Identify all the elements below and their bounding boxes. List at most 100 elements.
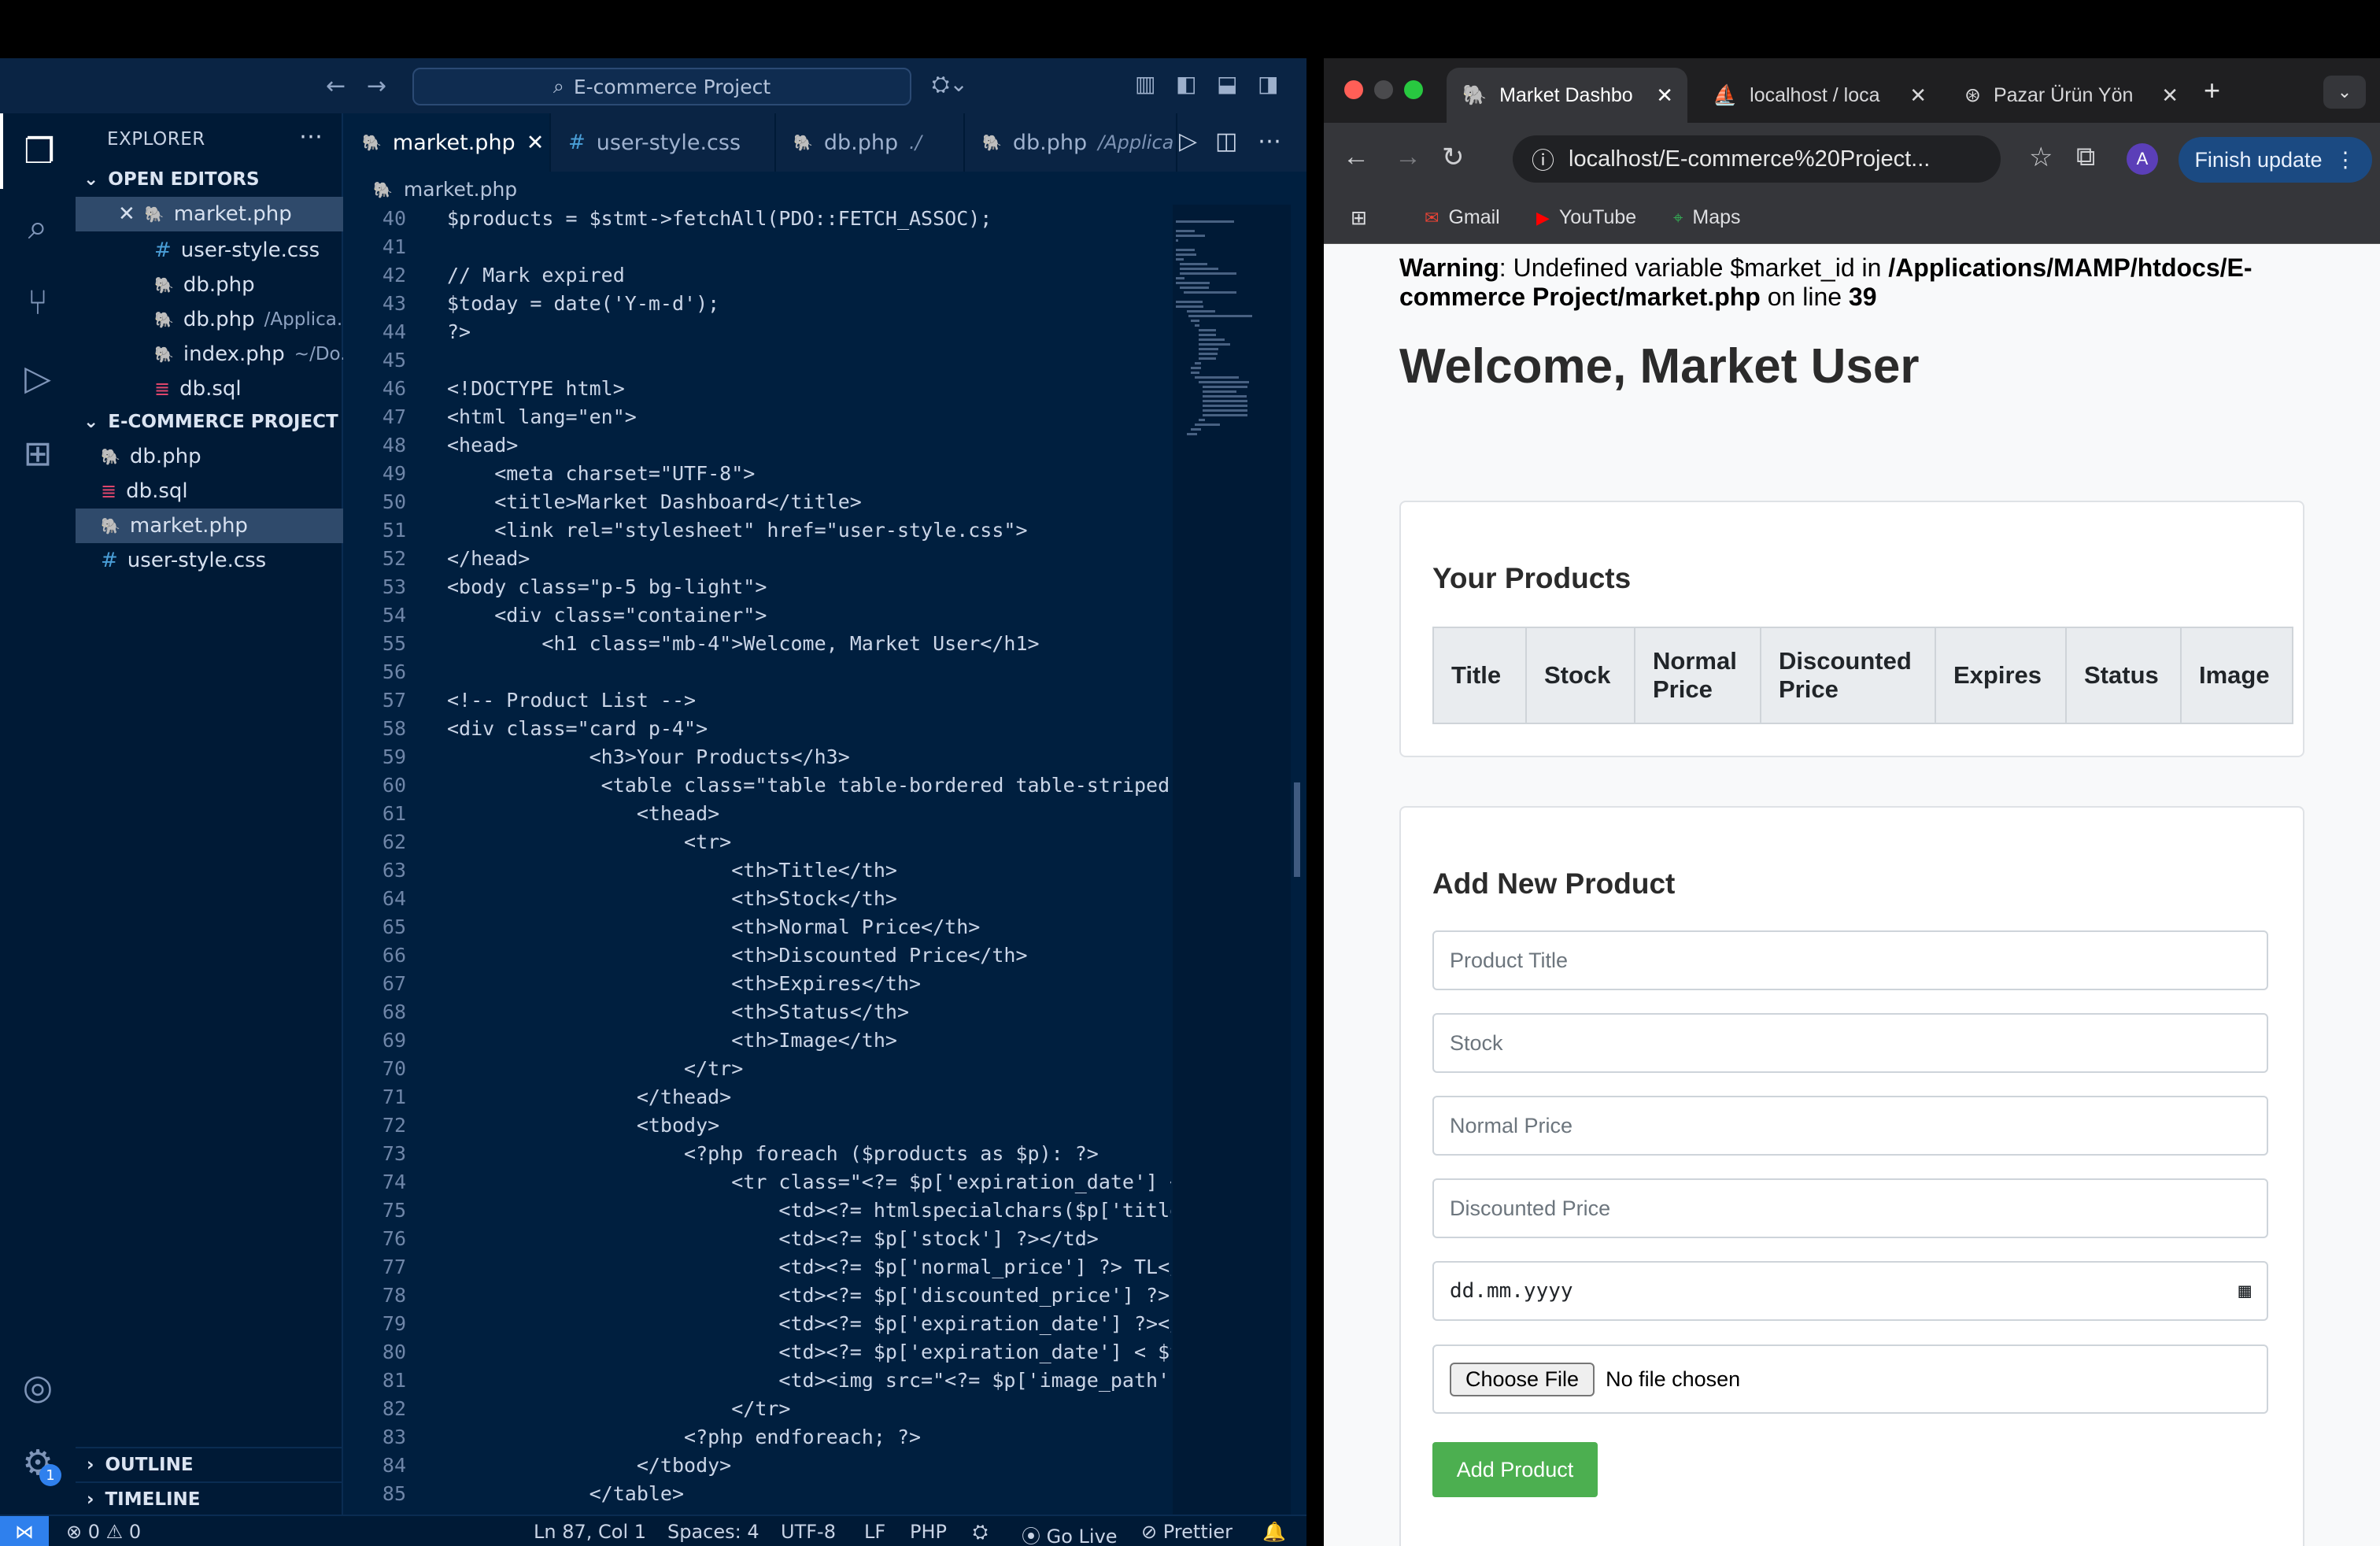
apps-grid-icon[interactable]: ⊞ bbox=[1351, 206, 1367, 230]
go-live[interactable]: ⦿ Go Live bbox=[1022, 1521, 1118, 1546]
code-line[interactable]: 64 <th>Stock</th> bbox=[345, 885, 1171, 913]
toggle-panel-icon[interactable]: ⬓ bbox=[1217, 71, 1237, 97]
expiration-date-input[interactable]: dd.mm.yyyy ▦ bbox=[1432, 1261, 2268, 1321]
project-section[interactable]: ⌄ E-COMMERCE PROJECT bbox=[76, 406, 343, 438]
tab-market-php[interactable]: 🐘 market.php ✕ bbox=[345, 113, 551, 172]
reload-icon[interactable]: ↻ bbox=[1442, 142, 1465, 173]
close-icon[interactable]: ✕ bbox=[118, 202, 135, 226]
split-editor-icon[interactable]: ◫ bbox=[1215, 128, 1237, 155]
run-debug-icon[interactable]: ▷ bbox=[0, 340, 76, 416]
close-tab-icon[interactable]: ✕ bbox=[2161, 83, 2179, 108]
language-mode[interactable]: PHP bbox=[910, 1521, 947, 1543]
code-line[interactable]: 75 <td><?= htmlspecialchars($p['title'] bbox=[345, 1196, 1171, 1225]
notifications-bell-icon[interactable]: 🔔 bbox=[1262, 1521, 1286, 1543]
code-line[interactable]: 67 <th>Expires</th> bbox=[345, 970, 1171, 998]
back-arrow-icon[interactable]: ← bbox=[1343, 142, 1369, 172]
profile-avatar[interactable]: A bbox=[2127, 143, 2158, 175]
prettier[interactable]: ⊘ Prettier bbox=[1141, 1521, 1232, 1543]
bookmark-maps[interactable]: ⌖ Maps bbox=[1673, 206, 1741, 229]
address-bar[interactable]: ⓘ localhost/E-commerce%20Project... bbox=[1513, 135, 2001, 183]
code-line[interactable]: 77 <td><?= $p['normal_price'] ?> TL</t bbox=[345, 1253, 1171, 1282]
code-line[interactable]: 63 <th>Title</th> bbox=[345, 856, 1171, 885]
choose-file-button[interactable]: Choose File bbox=[1450, 1362, 1595, 1396]
more-actions-icon[interactable]: ⋯ bbox=[1258, 128, 1281, 155]
code-line[interactable]: 84 </tbody> bbox=[345, 1452, 1171, 1480]
tab-db-php[interactable]: 🐘 db.php ./ bbox=[776, 113, 965, 172]
bookmark-youtube[interactable]: ▶ YouTube bbox=[1536, 206, 1636, 229]
discounted-price-input[interactable]: Discounted Price bbox=[1432, 1178, 2268, 1238]
indentation[interactable]: Spaces: 4 bbox=[667, 1521, 759, 1543]
code-line[interactable]: 83 <?php endforeach; ?> bbox=[345, 1423, 1171, 1452]
code-line[interactable]: 48 <head> bbox=[345, 431, 1171, 460]
customize-layout-icon[interactable]: ▥ bbox=[1135, 71, 1155, 97]
project-file-item[interactable]: # user-style.css bbox=[76, 543, 343, 578]
forward-arrow-icon[interactable]: → bbox=[367, 72, 386, 100]
open-editor-item[interactable]: 🐘 db.php /Applica... bbox=[76, 302, 343, 337]
remote-icon[interactable]: ⋈ bbox=[0, 1516, 49, 1546]
code-line[interactable]: 65 <th>Normal Price</th> bbox=[345, 913, 1171, 941]
code-line[interactable]: 46 <!DOCTYPE html> bbox=[345, 375, 1171, 403]
encoding[interactable]: UTF-8 bbox=[781, 1521, 836, 1543]
open-editor-item[interactable]: # user-style.css bbox=[76, 233, 343, 268]
open-editors-section[interactable]: ⌄ OPEN EDITORS bbox=[76, 164, 343, 195]
code-line[interactable]: 69 <th>Image</th> bbox=[345, 1026, 1171, 1055]
account-icon[interactable]: ◎ bbox=[0, 1349, 76, 1425]
code-line[interactable]: 73 <?php foreach ($products as $p): ?> bbox=[345, 1140, 1171, 1168]
bookmark-gmail[interactable]: ✉ Gmail bbox=[1425, 206, 1500, 229]
product-title-input[interactable]: Product Title bbox=[1432, 930, 2268, 990]
code-line[interactable]: 68 <th>Status</th> bbox=[345, 998, 1171, 1026]
code-line[interactable]: 51 <link rel="stylesheet" href="user-sty… bbox=[345, 516, 1171, 545]
open-editor-item[interactable]: ≣ db.sql bbox=[76, 372, 343, 406]
code-line[interactable]: 76 <td><?= $p['stock'] ?></td> bbox=[345, 1225, 1171, 1253]
open-editor-item[interactable]: ✕ 🐘 market.php bbox=[76, 197, 343, 231]
code-line[interactable]: 85 </table> bbox=[345, 1480, 1171, 1508]
run-icon[interactable]: ▷ bbox=[1179, 128, 1197, 155]
code-line[interactable]: 66 <th>Discounted Price</th> bbox=[345, 941, 1171, 970]
code-line[interactable]: 74 <tr class="<?= $p['expiration_date'] … bbox=[345, 1168, 1171, 1196]
tab-market-dashboard[interactable]: 🐘 Market Dashbo ✕ bbox=[1447, 68, 1687, 123]
code-line[interactable]: 53 <body class="p-5 bg-light"> bbox=[345, 573, 1171, 601]
code-editor[interactable]: 40 $products = $stmt->fetchAll(PDO::FETCH… bbox=[345, 205, 1171, 1515]
forward-arrow-icon[interactable]: → bbox=[1395, 142, 1421, 172]
code-line[interactable]: 55 <h1 class="mb-4">Welcome, Market User… bbox=[345, 630, 1171, 658]
open-editor-item[interactable]: 🐘 index.php ~/Do... bbox=[76, 337, 343, 372]
code-line[interactable]: 49 <meta charset="UTF-8"> bbox=[345, 460, 1171, 488]
code-line[interactable]: 78 <td><?= $p['discounted_price'] ?> TL bbox=[345, 1282, 1171, 1310]
finish-update-button[interactable]: Finish update ⋮ bbox=[2179, 137, 2372, 183]
search-icon[interactable]: ⌕ bbox=[0, 189, 76, 264]
close-tab-icon[interactable]: ✕ bbox=[1909, 83, 1927, 108]
breadcrumb[interactable]: 🐘 market.php bbox=[373, 178, 517, 201]
tab-db-php-applications[interactable]: 🐘 db.php /Applica bbox=[965, 113, 1177, 172]
code-line[interactable]: 40 $products = $stmt->fetchAll(PDO::FETCH… bbox=[345, 205, 1171, 233]
bookmark-star-icon[interactable]: ☆ bbox=[2029, 142, 2053, 173]
source-control-icon[interactable]: ⑂ bbox=[0, 264, 76, 340]
code-line[interactable]: 70 </tr> bbox=[345, 1055, 1171, 1083]
code-line[interactable]: 47 <html lang="en"> bbox=[345, 403, 1171, 431]
code-line[interactable]: 62 <tr> bbox=[345, 828, 1171, 856]
calendar-icon[interactable]: ▦ bbox=[2238, 1279, 2251, 1303]
code-line[interactable]: 81 <td><img src="<?= $p['image_path'] ? bbox=[345, 1367, 1171, 1395]
explorer-icon[interactable]: ❐ bbox=[0, 113, 76, 189]
code-line[interactable]: 56 bbox=[345, 658, 1171, 686]
copilot-icon[interactable]: ⛭⌄ bbox=[932, 71, 968, 98]
new-tab-icon[interactable]: + bbox=[2204, 74, 2220, 107]
extensions-icon[interactable]: ⊞ bbox=[0, 416, 76, 491]
outline-section[interactable]: › OUTLINE bbox=[76, 1447, 343, 1481]
code-line[interactable]: 57 <!-- Product List --> bbox=[345, 686, 1171, 715]
code-line[interactable]: 60 <table class="table table-bordered ta… bbox=[345, 771, 1171, 800]
code-line[interactable]: 71 </thead> bbox=[345, 1083, 1171, 1111]
code-line[interactable]: 59 <h3>Your Products</h3> bbox=[345, 743, 1171, 771]
add-product-button[interactable]: Add Product bbox=[1432, 1442, 1598, 1497]
code-line[interactable]: 82 </tr> bbox=[345, 1395, 1171, 1423]
code-line[interactable]: 72 <tbody> bbox=[345, 1111, 1171, 1140]
more-actions-icon[interactable]: ⋯ bbox=[299, 123, 323, 150]
close-window-button[interactable] bbox=[1344, 80, 1363, 99]
copilot-status-icon[interactable]: ⛭ bbox=[973, 1521, 988, 1543]
code-line[interactable]: 50 <title>Market Dashboard</title> bbox=[345, 488, 1171, 516]
code-line[interactable]: 80 <td><?= $p['expiration_date'] < $too bbox=[345, 1338, 1171, 1367]
close-icon[interactable]: ✕ bbox=[527, 131, 545, 155]
line-ending[interactable]: LF bbox=[864, 1521, 885, 1543]
code-line[interactable]: 54 <div class="container"> bbox=[345, 601, 1171, 630]
code-line[interactable]: 42 // Mark expired bbox=[345, 261, 1171, 290]
tab-pazar-urun[interactable]: ⊛ Pazar Ürün Yön ✕ bbox=[1949, 68, 2193, 123]
